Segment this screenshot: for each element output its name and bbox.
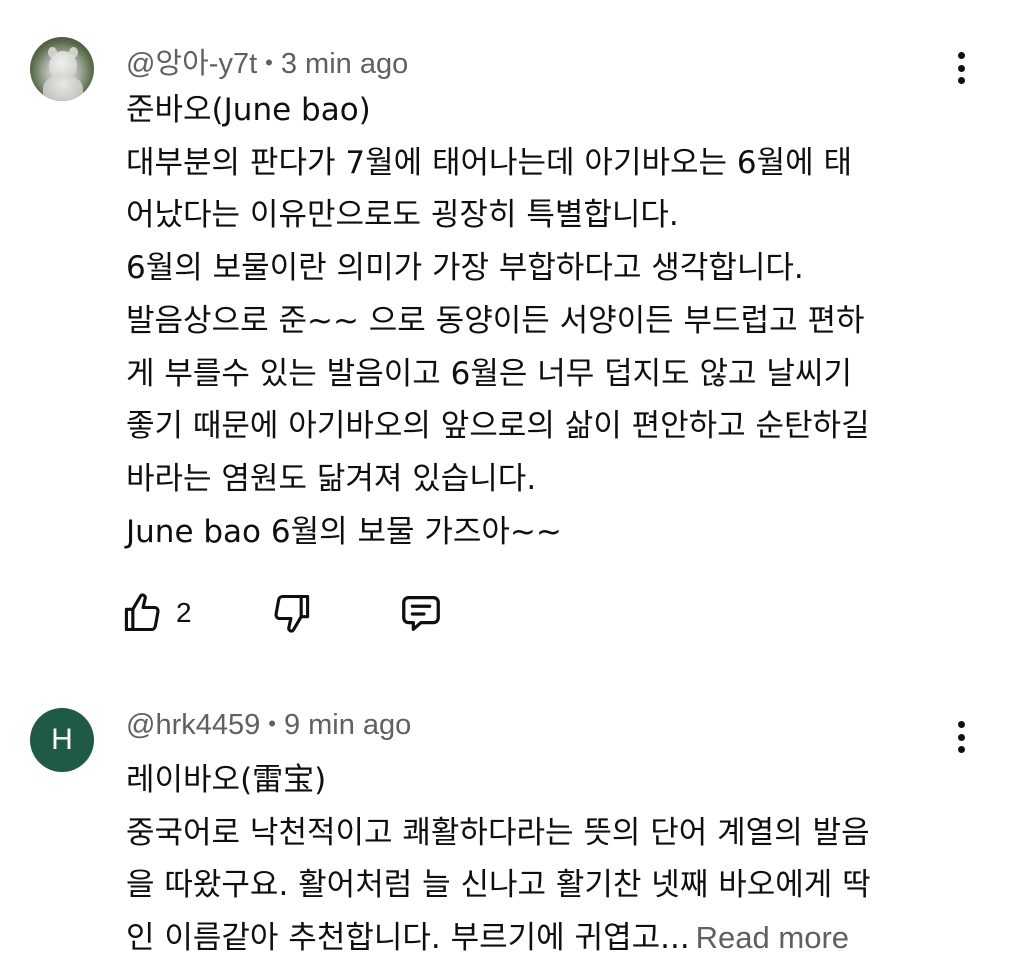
- comment-1: @앙아-y7t • 3 min ago 준바오(June bao) 대부분의 판다가…: [0, 0, 1024, 660]
- author-handle[interactable]: @hrk4459: [126, 709, 260, 741]
- more-vertical-icon-dot: [957, 64, 965, 72]
- more-vertical-icon: [957, 52, 965, 59]
- like-count: 2: [176, 597, 192, 628]
- avatar-letter: H: [51, 723, 73, 756]
- comment-line: 바라는 염원도 닮겨져 있습니다.: [126, 460, 537, 497]
- comment-text: 준바오(June bao) 대부분의 판다가 7월에 태어나는데 아기바오는 6…: [126, 84, 956, 558]
- comment-time: 3 min ago: [280, 48, 409, 80]
- avatar-user-2[interactable]: H: [30, 708, 94, 772]
- meta-separator: •: [265, 50, 273, 75]
- comment-line-text: 인 이름같아 추천합니다. 부르기에 귀엽고...: [126, 920, 690, 957]
- author-handle[interactable]: @앙아-y7t: [126, 48, 257, 80]
- comment-line: 인 이름같아 추천합니다. 부르기에 귀엽고... Read more: [126, 912, 956, 965]
- more-options-button[interactable]: [944, 48, 978, 88]
- comment-line: 6월의 보물이란 의미가 가장 부합하다고 생각합니다.: [126, 250, 804, 287]
- more-vertical-icon-dot: [957, 733, 965, 741]
- comment-line: 을 따왔구요. 활어처럼 늘 신나고 활기찬 넷째 바오에게 딱: [126, 867, 871, 904]
- thumbs-down-icon: [274, 594, 310, 633]
- comment-line: 준바오(June bao): [126, 92, 371, 128]
- comment-line: 좋기 때문에 아기바오의 앞으로의 삶이 편안하고 순탄하길: [126, 408, 870, 445]
- thumbs-up-icon: [124, 593, 160, 632]
- like-button[interactable]: 2: [120, 588, 192, 638]
- meta-separator: •: [268, 711, 276, 736]
- comment-meta: @hrk4459 • 9 min ago: [126, 709, 411, 742]
- comment-2: H @hrk4459 • 9 min ago 레이바오(雷宝) 중국어로 낙천적이고…: [0, 660, 1024, 968]
- avatar-user-1[interactable]: [30, 37, 94, 101]
- comment-line: 대부분의 판다가 7월에 태어나는데 아기바오는 6월에 태: [126, 144, 853, 181]
- reply-button[interactable]: [398, 588, 444, 638]
- more-vertical-icon-dot: [957, 77, 965, 84]
- comment-line: 게 부를수 있는 발음이고 6월은 너무 덥지도 않고 날씨기: [126, 355, 852, 392]
- comment-text: 레이바오(雷宝) 중국어로 낙천적이고 쾌활하다라는 뜻의 단어 계열의 발음 …: [126, 754, 956, 965]
- read-more-link[interactable]: Read more: [696, 920, 849, 955]
- comment-line: 중국어로 낙천적이고 쾌활하다라는 뜻의 단어 계열의 발음: [126, 814, 870, 851]
- more-vertical-icon: [957, 721, 965, 728]
- comment-line: 어났다는 이유만으로도 굉장히 특별합니다.: [126, 197, 679, 234]
- comment-actions: 2: [120, 588, 460, 638]
- avatar-body: [43, 75, 83, 101]
- comment-line: June bao 6월의 보물 가즈아~~: [126, 513, 562, 550]
- comment-time: 9 min ago: [283, 709, 412, 741]
- comment-meta: @앙아-y7t • 3 min ago: [126, 40, 408, 82]
- comment-line: 레이바오(雷宝): [126, 762, 327, 798]
- reply-icon: [402, 596, 440, 631]
- comment-line: 발음상으로 준~~ 으로 동양이든 서양이든 부드럽고 편하: [126, 302, 865, 339]
- more-vertical-icon-dot: [957, 746, 965, 753]
- dislike-button[interactable]: [270, 588, 314, 638]
- more-options-button[interactable]: [944, 717, 978, 757]
